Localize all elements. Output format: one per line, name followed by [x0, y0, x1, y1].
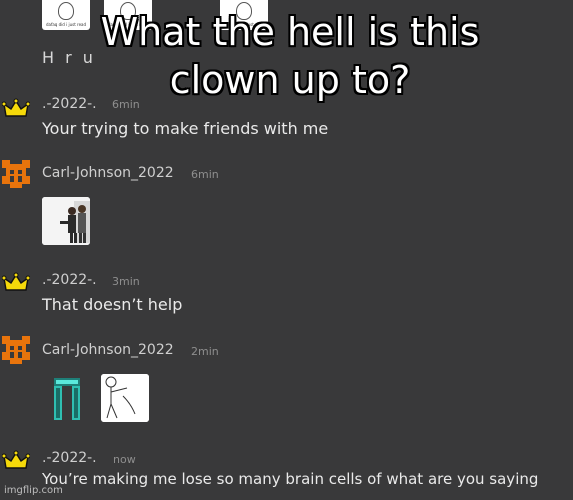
timestamp: 3min	[112, 275, 140, 288]
pixel-skull-icon[interactable]	[2, 160, 30, 188]
image-attachment[interactable]	[101, 374, 149, 422]
crown-icon[interactable]	[2, 96, 30, 124]
timestamp: now	[113, 453, 136, 466]
message-text: Your trying to make friends with me	[42, 119, 329, 138]
username[interactable]: .-2022-.	[42, 272, 97, 288]
image-attachment[interactable]	[42, 197, 90, 245]
message-text: That doesn’t help	[42, 295, 183, 314]
username[interactable]: Carl-Johnson_2022	[42, 165, 174, 181]
message-text: You’re making me lose so many brain cell…	[42, 470, 539, 488]
timestamp: 6min	[191, 168, 219, 181]
imgflip-watermark: imgflip.com	[4, 485, 63, 496]
username[interactable]: Carl-Johnson_2022	[42, 342, 174, 358]
two-men-photo-icon	[42, 197, 90, 245]
crown-icon[interactable]	[2, 270, 30, 298]
pixel-skull-icon[interactable]	[2, 336, 30, 364]
username[interactable]: .-2022-.	[42, 450, 97, 466]
crown-icon[interactable]	[2, 448, 30, 476]
diamond-leggings-icon[interactable]	[52, 378, 82, 420]
timestamp: 2min	[191, 345, 219, 358]
stick-figure-drawing-icon	[101, 374, 149, 422]
meme-caption: What the hell is this clown up to?	[100, 10, 480, 102]
